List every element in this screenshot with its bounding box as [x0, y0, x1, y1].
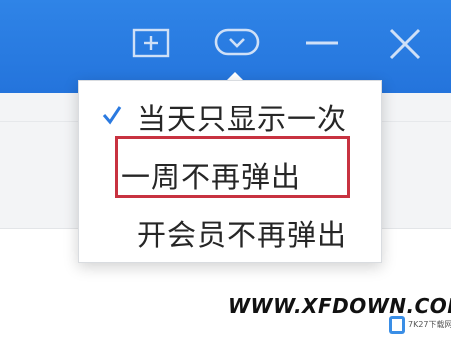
menu-item-hide-with-membership[interactable]: 开会员不再弹出 [79, 205, 381, 257]
minimize-icon[interactable] [306, 40, 338, 46]
checkmark-icon [102, 105, 122, 125]
menu-item-label: 开会员不再弹出 [137, 218, 348, 252]
message-bubble-icon[interactable] [214, 28, 260, 60]
close-icon[interactable] [388, 28, 422, 60]
watermark-logo-text: 7K27下载网 [408, 320, 451, 329]
highlight-annotation-box [115, 136, 350, 198]
add-window-icon[interactable] [132, 28, 170, 58]
menu-item-label: 当天只显示一次 [137, 102, 348, 136]
